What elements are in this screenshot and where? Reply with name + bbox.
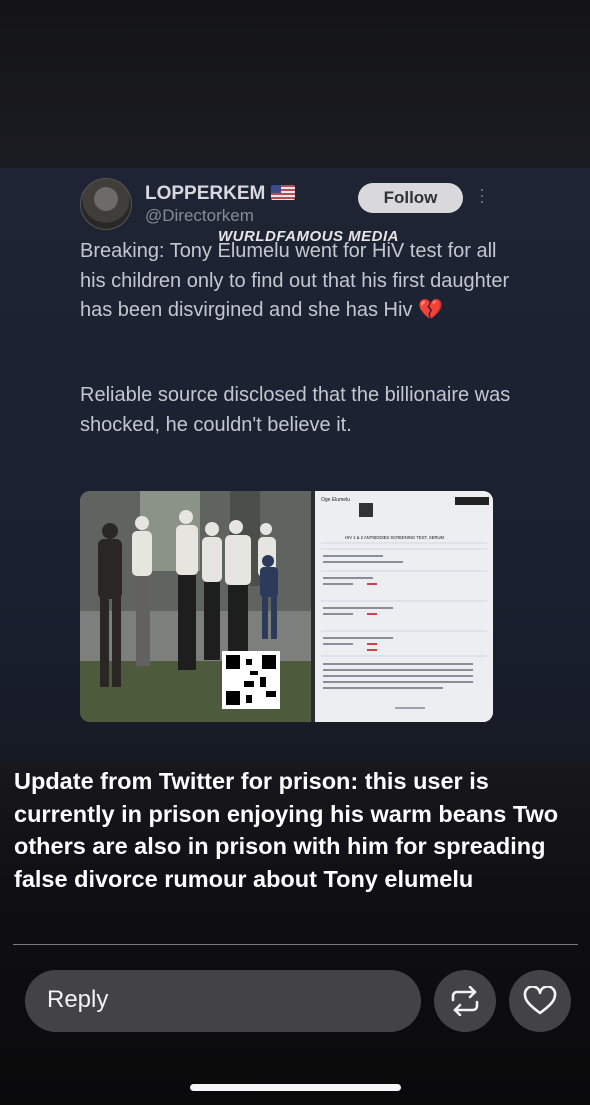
- more-options-icon: · · ·: [479, 179, 485, 211]
- us-flag-icon: [271, 185, 296, 200]
- document-patient-name: Oge Elumelu: [321, 497, 350, 503]
- top-background: [0, 0, 590, 175]
- caption-divider: [13, 944, 578, 945]
- follow-button: Follow: [358, 183, 463, 213]
- user-handle: @Directorkem: [145, 206, 254, 225]
- tweet-text-1: Breaking: Tony Elumelu went for HiV test…: [80, 240, 510, 321]
- document-header: HIV 1 & 2 ANTIBODIES SCREENING TEST, SER…: [345, 535, 445, 540]
- reply-placeholder: Reply: [47, 986, 109, 1013]
- tweet-media: Oge Elumelu HIV 1 & 2 ANTIBODIES SCREENI…: [80, 491, 493, 722]
- repost-button[interactable]: [434, 970, 496, 1032]
- lab-report-document: Oge Elumelu HIV 1 & 2 ANTIBODIES SCREENI…: [315, 491, 493, 722]
- like-button[interactable]: [509, 970, 571, 1032]
- home-indicator[interactable]: [190, 1084, 401, 1091]
- avatar: [80, 178, 132, 230]
- repost-icon: [451, 986, 479, 1016]
- display-name: LOPPERKEM: [145, 183, 296, 205]
- tweet-text-paragraph-1: Breaking: Tony Elumelu went for HiV test…: [80, 237, 520, 326]
- family-photo: [80, 491, 311, 722]
- display-name-text: LOPPERKEM: [145, 183, 266, 204]
- watermark: WURLDFAMOUS MEDIA: [218, 228, 399, 245]
- reply-input[interactable]: Reply: [25, 970, 421, 1032]
- tweet-text-paragraph-2: Reliable source disclosed that the billi…: [80, 384, 511, 436]
- story-caption: Update from Twitter for prison: this use…: [14, 768, 559, 892]
- broken-heart-icon: 💔: [418, 299, 443, 321]
- heart-icon: [523, 986, 557, 1015]
